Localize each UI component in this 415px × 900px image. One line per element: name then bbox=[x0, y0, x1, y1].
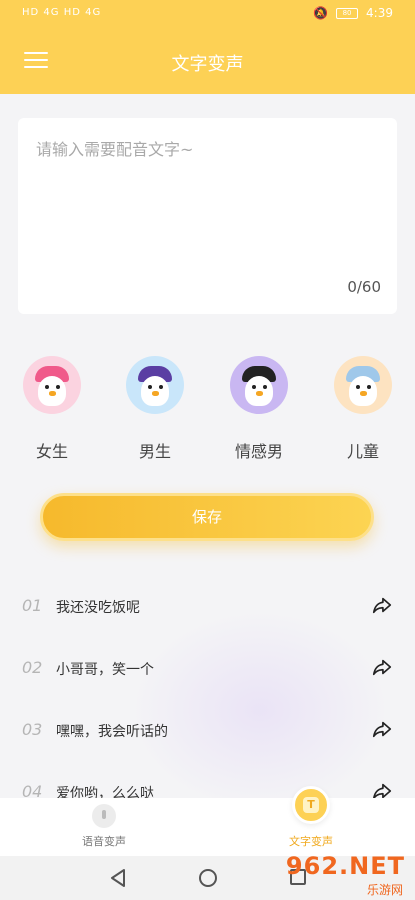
share-icon[interactable] bbox=[371, 656, 393, 678]
tab-label: 语音变声 bbox=[82, 835, 126, 848]
signal-indicator: HD 4G HD 4G bbox=[22, 7, 102, 18]
bottom-tab-bar: 语音变声 T 文字变声 bbox=[0, 786, 415, 856]
list-item[interactable]: 02 小哥哥，笑一个 bbox=[0, 638, 415, 700]
char-counter: 0/60 bbox=[347, 278, 381, 296]
phrase-text: 我还没吃饭呢 bbox=[56, 600, 140, 616]
phrase-number: 03 bbox=[22, 720, 43, 739]
voice-label: 男生 bbox=[138, 442, 171, 461]
female-avatar bbox=[23, 356, 81, 414]
phrase-number: 02 bbox=[22, 658, 43, 677]
voice-label: 情感男 bbox=[234, 442, 283, 461]
tab-label: 文字变声 bbox=[289, 835, 333, 848]
voice-option-female[interactable]: 女生 bbox=[12, 356, 92, 462]
page-title: 文字变声 bbox=[171, 54, 244, 75]
save-button[interactable]: 保存 bbox=[40, 493, 374, 541]
voice-option-emotional-male[interactable]: 情感男 bbox=[219, 356, 299, 462]
tab-text-change[interactable]: T 文字变声 bbox=[251, 786, 371, 856]
text-icon: T bbox=[292, 786, 330, 824]
microphone-icon bbox=[92, 804, 116, 828]
share-icon[interactable] bbox=[371, 718, 393, 740]
status-right: 🔕 80 4:39 bbox=[313, 6, 393, 20]
list-item[interactable]: 03 嘿嘿，我会听话的 bbox=[0, 700, 415, 762]
status-bar: HD 4G HD 4G 🔕 80 4:39 bbox=[0, 0, 415, 30]
phrase-text: 嘿嘿，我会听话的 bbox=[56, 724, 168, 740]
mute-icon: 🔕 bbox=[313, 6, 329, 20]
phrase-list: 01 我还没吃饭呢 02 小哥哥，笑一个 03 嘿嘿，我会听话的 04 爱你哟，… bbox=[0, 576, 415, 824]
phrase-text: 小哥哥，笑一个 bbox=[56, 662, 154, 678]
watermark-logo: 962.NET 乐游网 bbox=[285, 852, 405, 897]
male-avatar bbox=[126, 356, 184, 414]
child-avatar bbox=[334, 356, 392, 414]
emotional-male-avatar bbox=[230, 356, 288, 414]
phrase-number: 01 bbox=[22, 596, 43, 615]
voice-selector: 女生 男生 情感男 儿童 bbox=[0, 356, 415, 466]
text-input-card: 0/60 bbox=[18, 118, 397, 314]
status-time: 4:39 bbox=[366, 6, 393, 20]
tab-voice-change[interactable]: 语音变声 bbox=[44, 798, 164, 856]
voice-option-male[interactable]: 男生 bbox=[115, 356, 195, 462]
share-icon[interactable] bbox=[371, 594, 393, 616]
home-icon[interactable] bbox=[199, 869, 217, 887]
dubbing-text-input[interactable] bbox=[36, 136, 379, 276]
voice-option-child[interactable]: 儿童 bbox=[323, 356, 403, 462]
battery-icon: 80 bbox=[336, 7, 359, 19]
app-bar: 文字变声 bbox=[0, 30, 415, 94]
voice-label: 女生 bbox=[35, 442, 68, 461]
list-item[interactable]: 01 我还没吃饭呢 bbox=[0, 576, 415, 638]
voice-label: 儿童 bbox=[346, 442, 379, 461]
back-icon[interactable] bbox=[110, 869, 126, 887]
